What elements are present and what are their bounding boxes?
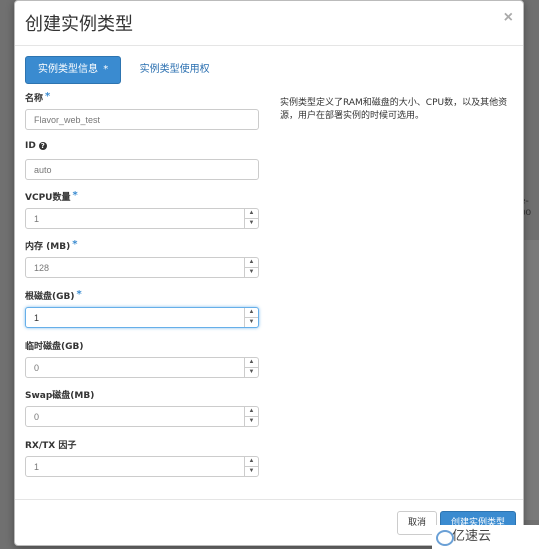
vcpu-label: VCPU数量 * (25, 190, 259, 204)
root-disk-spinner: ▲ ▼ (244, 308, 258, 327)
root-disk-value: 1 (34, 313, 40, 323)
swap-input[interactable]: 0 ▲ ▼ (25, 406, 259, 427)
vcpu-value: 1 (34, 214, 40, 224)
rxtx-input[interactable]: 1 ▲ ▼ (25, 456, 259, 477)
rxtx-label: RX/TX 因子 (25, 438, 259, 452)
question-icon[interactable]: ? (38, 141, 47, 150)
spin-down-icon[interactable]: ▼ (245, 318, 258, 327)
required-mark: * (45, 91, 51, 102)
cancel-button[interactable]: 取消 (397, 511, 438, 535)
swap-value: 0 (34, 412, 40, 422)
field-swap: Swap磁盘(MB) 0 ▲ ▼ (25, 388, 259, 427)
required-mark: * (72, 190, 78, 201)
ram-input[interactable]: 128 ▲ ▼ (25, 257, 259, 278)
field-rxtx: RX/TX 因子 1 ▲ ▼ (25, 438, 259, 477)
vcpu-input[interactable]: 1 ▲ ▼ (25, 208, 259, 229)
spin-up-icon[interactable]: ▲ (245, 209, 258, 219)
spin-down-icon[interactable]: ▼ (245, 219, 258, 228)
id-input[interactable]: auto (25, 159, 259, 180)
vcpu-spinner: ▲ ▼ (244, 209, 258, 228)
field-root-disk: 根磁盘(GB) * 1 ▲ ▼ (25, 289, 259, 328)
field-id: ID? auto (25, 141, 259, 180)
ephemeral-disk-label: 临时磁盘(GB) (25, 339, 259, 353)
ram-spinner: ▲ ▼ (244, 258, 258, 277)
spin-down-icon[interactable]: ▼ (245, 268, 258, 277)
field-name: 名称 * Flavor_web_test (25, 91, 259, 130)
modal-header: 创建实例类型 × (15, 1, 523, 46)
rxtx-spinner: ▲ ▼ (244, 457, 258, 476)
watermark-text: 亿速云 (452, 529, 492, 544)
ephemeral-disk-input[interactable]: 0 ▲ ▼ (25, 357, 259, 378)
swap-label-text: Swap磁盘(MB) (25, 391, 95, 401)
required-mark: * (103, 64, 109, 75)
required-mark: * (72, 239, 78, 250)
ram-label-text: 内存 (MB) (25, 242, 71, 252)
modal-title: 创建实例类型 (25, 14, 133, 35)
id-placeholder: auto (34, 165, 52, 175)
vcpu-label-text: VCPU数量 (25, 193, 71, 203)
ephemeral-disk-label-text: 临时磁盘(GB) (25, 342, 84, 352)
tab-flavor-access-label: 实例类型使用权 (139, 64, 210, 75)
spin-up-icon[interactable]: ▲ (245, 258, 258, 268)
swap-spinner: ▲ ▼ (244, 407, 258, 426)
tab-flavor-access[interactable]: 实例类型使用权 (128, 57, 222, 83)
spin-up-icon[interactable]: ▲ (245, 358, 258, 368)
rxtx-value: 1 (34, 462, 40, 472)
ram-value: 128 (34, 263, 50, 273)
id-label-text: ID (25, 141, 36, 151)
name-label: 名称 * (25, 91, 259, 105)
root-disk-input[interactable]: 1 ▲ ▼ (25, 307, 259, 328)
background-panel (522, 240, 539, 520)
id-label: ID? (25, 141, 259, 155)
root-disk-label-text: 根磁盘(GB) (25, 292, 75, 302)
ram-label: 内存 (MB) * (25, 239, 259, 253)
swap-label: Swap磁盘(MB) (25, 388, 259, 402)
name-placeholder: Flavor_web_test (34, 115, 101, 125)
create-flavor-modal: 创建实例类型 × 实例类型信息 * 实例类型使用权 名称 * Flavor_web… (14, 0, 524, 546)
spin-down-icon[interactable]: ▼ (245, 368, 258, 377)
tab-flavor-info[interactable]: 实例类型信息 * (25, 56, 122, 84)
spin-up-icon[interactable]: ▲ (245, 407, 258, 417)
tab-flavor-info-label: 实例类型信息 (38, 64, 98, 75)
field-vcpu: VCPU数量 * 1 ▲ ▼ (25, 190, 259, 229)
ephemeral-disk-spinner: ▲ ▼ (244, 358, 258, 377)
ephemeral-disk-value: 0 (34, 363, 40, 373)
name-input[interactable]: Flavor_web_test (25, 109, 259, 130)
root-disk-label: 根磁盘(GB) * (25, 289, 259, 303)
tab-bar: 实例类型信息 * 实例类型使用权 (25, 56, 224, 84)
field-ephemeral-disk: 临时磁盘(GB) 0 ▲ ▼ (25, 339, 259, 378)
rxtx-label-text: RX/TX 因子 (25, 441, 77, 451)
cloud-logo-icon (436, 530, 454, 546)
field-ram: 内存 (MB) * 128 ▲ ▼ (25, 239, 259, 278)
required-mark: * (76, 289, 82, 300)
spin-up-icon[interactable]: ▲ (245, 308, 258, 318)
flavor-description: 实例类型定义了RAM和磁盘的大小、CPU数，以及其他资源，用户在部署实例的时候可… (280, 98, 508, 121)
spin-up-icon[interactable]: ▲ (245, 457, 258, 467)
watermark: 亿速云 (432, 525, 539, 549)
spin-down-icon[interactable]: ▼ (245, 417, 258, 426)
close-icon[interactable]: × (504, 9, 513, 27)
spin-down-icon[interactable]: ▼ (245, 467, 258, 476)
name-label-text: 名称 (25, 94, 44, 104)
